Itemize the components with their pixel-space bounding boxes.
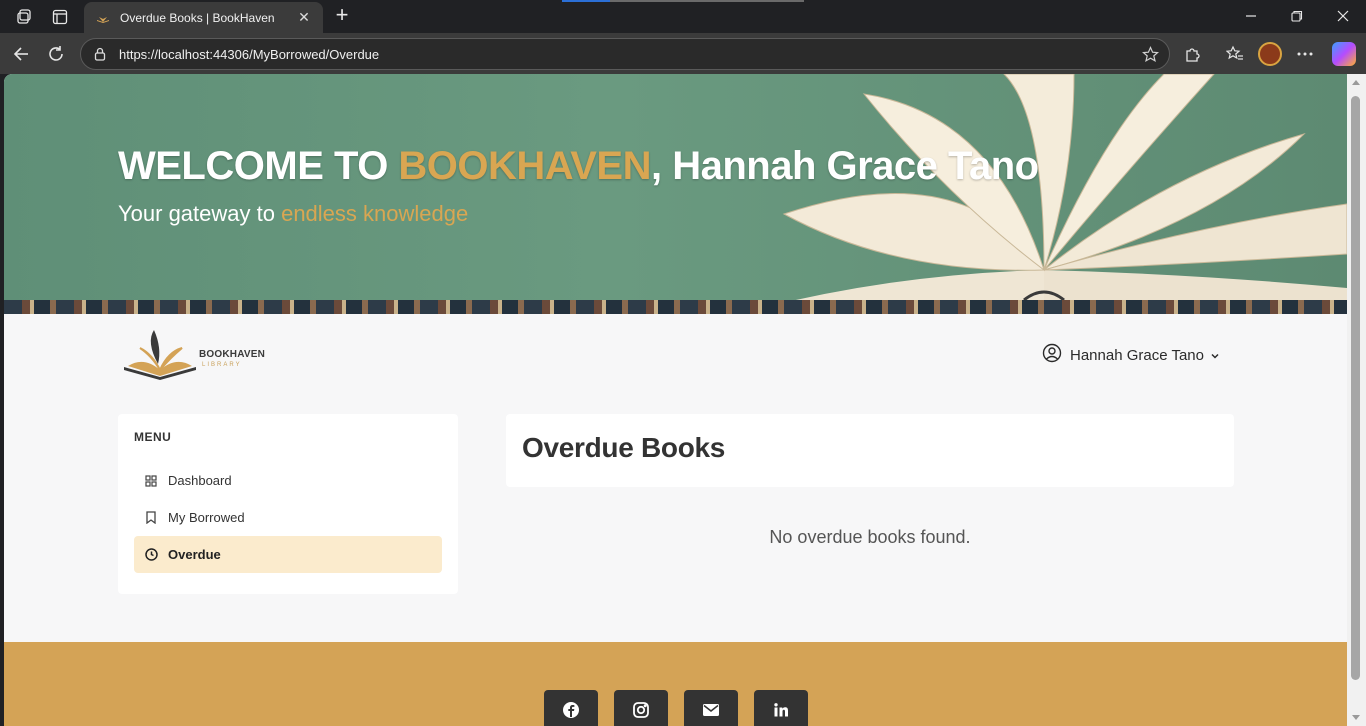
hero-banner: WELCOME TO BOOKHAVEN, Hannah Grace Tano … — [4, 74, 1347, 314]
welcome-brand: BOOKHAVEN — [398, 144, 651, 188]
hero-welcome-heading: WELCOME TO BOOKHAVEN, Hannah Grace Tano — [118, 144, 1039, 189]
email-icon[interactable] — [684, 690, 738, 726]
bookmark-icon — [144, 511, 158, 525]
bookhaven-logo[interactable]: BOOKHAVEN LIBRARY — [122, 326, 266, 384]
lock-icon[interactable] — [93, 46, 109, 62]
url-text[interactable]: https://localhost:44306/MyBorrowed/Overd… — [119, 47, 379, 62]
page-scrollbar[interactable] — [1347, 74, 1366, 726]
book-shelf-strip — [4, 300, 1347, 314]
more-icon[interactable] — [1293, 42, 1317, 66]
tagline-prefix: Your gateway to — [118, 201, 282, 226]
sidebar-item-label: Overdue — [168, 547, 221, 562]
open-book-image — [754, 74, 1347, 314]
welcome-prefix: WELCOME TO — [118, 144, 399, 188]
restore-icon[interactable] — [1282, 4, 1312, 28]
scrollbar-thumb[interactable] — [1351, 96, 1360, 680]
back-icon[interactable] — [8, 41, 34, 67]
new-tab-icon[interactable]: + — [330, 4, 354, 28]
extensions-icon[interactable] — [1181, 42, 1205, 66]
workspaces-icon[interactable] — [12, 5, 36, 29]
browser-title-bar: Overdue Books | BookHaven ✕ + — [0, 0, 1366, 33]
instagram-icon[interactable] — [614, 690, 668, 726]
sidebar-menu: MENU Dashboard My Borrowed Overdue — [118, 414, 458, 594]
user-circle-icon — [1042, 343, 1062, 367]
menu-title: MENU — [134, 430, 172, 444]
browser-tab[interactable]: Overdue Books | BookHaven ✕ — [84, 2, 323, 33]
tagline-accent: endless knowledge — [281, 201, 469, 226]
refresh-icon[interactable] — [43, 41, 69, 67]
sidebar-item-label: Dashboard — [168, 473, 232, 488]
minimize-icon[interactable] — [1236, 4, 1266, 28]
dashboard-icon — [144, 474, 158, 488]
profile-avatar[interactable] — [1258, 42, 1282, 66]
copilot-icon[interactable] — [1332, 42, 1356, 66]
tab-actions-icon[interactable] — [48, 5, 72, 29]
favorite-star-icon[interactable] — [1141, 46, 1160, 67]
logo-wordmark: BOOKHAVEN — [199, 349, 266, 360]
favorites-icon[interactable] — [1223, 42, 1247, 66]
scroll-up-arrow-icon[interactable] — [1352, 80, 1360, 85]
tab-title: Overdue Books | BookHaven — [120, 10, 275, 25]
user-menu-dropdown[interactable]: Hannah Grace Tano — [1042, 343, 1220, 367]
welcome-user: , Hannah Grace Tano — [650, 144, 1039, 188]
sidebar-item-dashboard[interactable]: Dashboard — [134, 462, 442, 499]
window-close-icon[interactable] — [1328, 4, 1358, 28]
sidebar-item-my-borrowed[interactable]: My Borrowed — [134, 499, 442, 536]
logo-book-icon — [124, 330, 196, 380]
bookhaven-favicon — [97, 16, 109, 23]
empty-state-message: No overdue books found. — [769, 527, 971, 547]
page-title: Overdue Books — [522, 432, 726, 463]
linkedin-icon[interactable] — [754, 690, 808, 726]
tab-strip-indicator — [562, 0, 610, 2]
facebook-icon[interactable] — [544, 690, 598, 726]
scroll-down-arrow-icon[interactable] — [1352, 715, 1360, 720]
tab-strip-indicator-track — [610, 0, 804, 2]
clock-icon — [144, 548, 158, 562]
sidebar-item-label: My Borrowed — [168, 510, 245, 525]
chevron-down-icon — [1210, 346, 1220, 365]
page-viewport: WELCOME TO BOOKHAVEN, Hannah Grace Tano … — [4, 74, 1347, 726]
sidebar-item-overdue[interactable]: Overdue — [134, 536, 442, 573]
close-icon[interactable]: ✕ — [295, 10, 313, 26]
browser-toolbar: https://localhost:44306/MyBorrowed/Overd… — [0, 33, 1366, 74]
footer — [4, 642, 1347, 726]
hero-tagline: Your gateway to endless knowledge — [118, 201, 468, 227]
logo-subtitle: LIBRARY — [202, 362, 242, 368]
page-title-panel: Overdue Books — [506, 414, 1234, 487]
user-name: Hannah Grace Tano — [1070, 346, 1204, 364]
address-bar[interactable]: https://localhost:44306/MyBorrowed/Overd… — [80, 38, 1170, 70]
